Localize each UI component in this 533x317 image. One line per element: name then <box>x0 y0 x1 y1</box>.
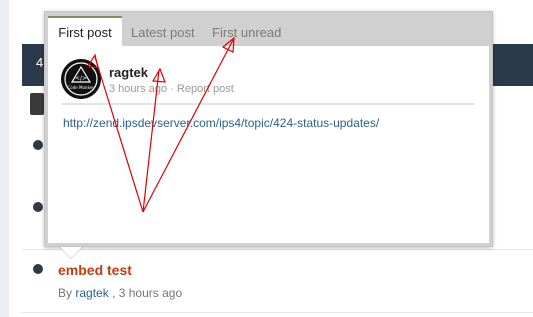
row-divider <box>22 312 533 313</box>
header-count: 4 <box>36 55 44 70</box>
hovercard-caret <box>60 247 82 258</box>
post-content-link[interactable]: http://zend.ipsdevserver.com/ips4/topic/… <box>63 116 379 130</box>
tab-first-post[interactable]: First post <box>48 16 122 47</box>
page-left-strip <box>0 0 9 317</box>
post-meta: 3 hours ago · Report post <box>109 83 234 95</box>
preview-panel: </> Code Monkey ragtek 3 hours ago · Rep… <box>48 46 489 243</box>
post-author-link[interactable]: ragtek <box>109 65 148 80</box>
row-divider <box>22 249 533 250</box>
topic-preview-hovercard: First post Latest post First unread </> … <box>44 11 493 247</box>
avatar[interactable]: </> Code Monkey <box>61 59 101 99</box>
unread-dot-icon <box>33 140 43 150</box>
meta-dot: · <box>170 83 174 95</box>
topic-author-link[interactable]: ragtek <box>75 286 108 300</box>
topic-time: 3 hours ago <box>118 286 183 300</box>
svg-text:</>: </> <box>75 75 87 82</box>
tab-first-unread[interactable]: First unread <box>212 16 281 47</box>
report-post-link[interactable]: Report post <box>177 83 234 95</box>
preview-tabbar: First post Latest post First unread <box>45 12 492 47</box>
dark-button[interactable] <box>30 93 44 115</box>
post-divider <box>61 103 475 105</box>
meta-separator: , <box>112 286 116 300</box>
avatar-text: Code Monkey <box>68 85 96 90</box>
topic-title-link[interactable]: embed test <box>58 262 132 278</box>
post-time: 3 hours ago <box>109 83 168 95</box>
unread-dot-icon <box>33 202 43 212</box>
code-monkey-avatar-icon: </> Code Monkey <box>61 59 101 99</box>
by-label: By <box>58 286 73 300</box>
tab-latest-post[interactable]: Latest post <box>131 16 195 47</box>
unread-dot-icon <box>33 264 43 274</box>
topic-meta: By ragtek , 3 hours ago <box>58 286 182 300</box>
